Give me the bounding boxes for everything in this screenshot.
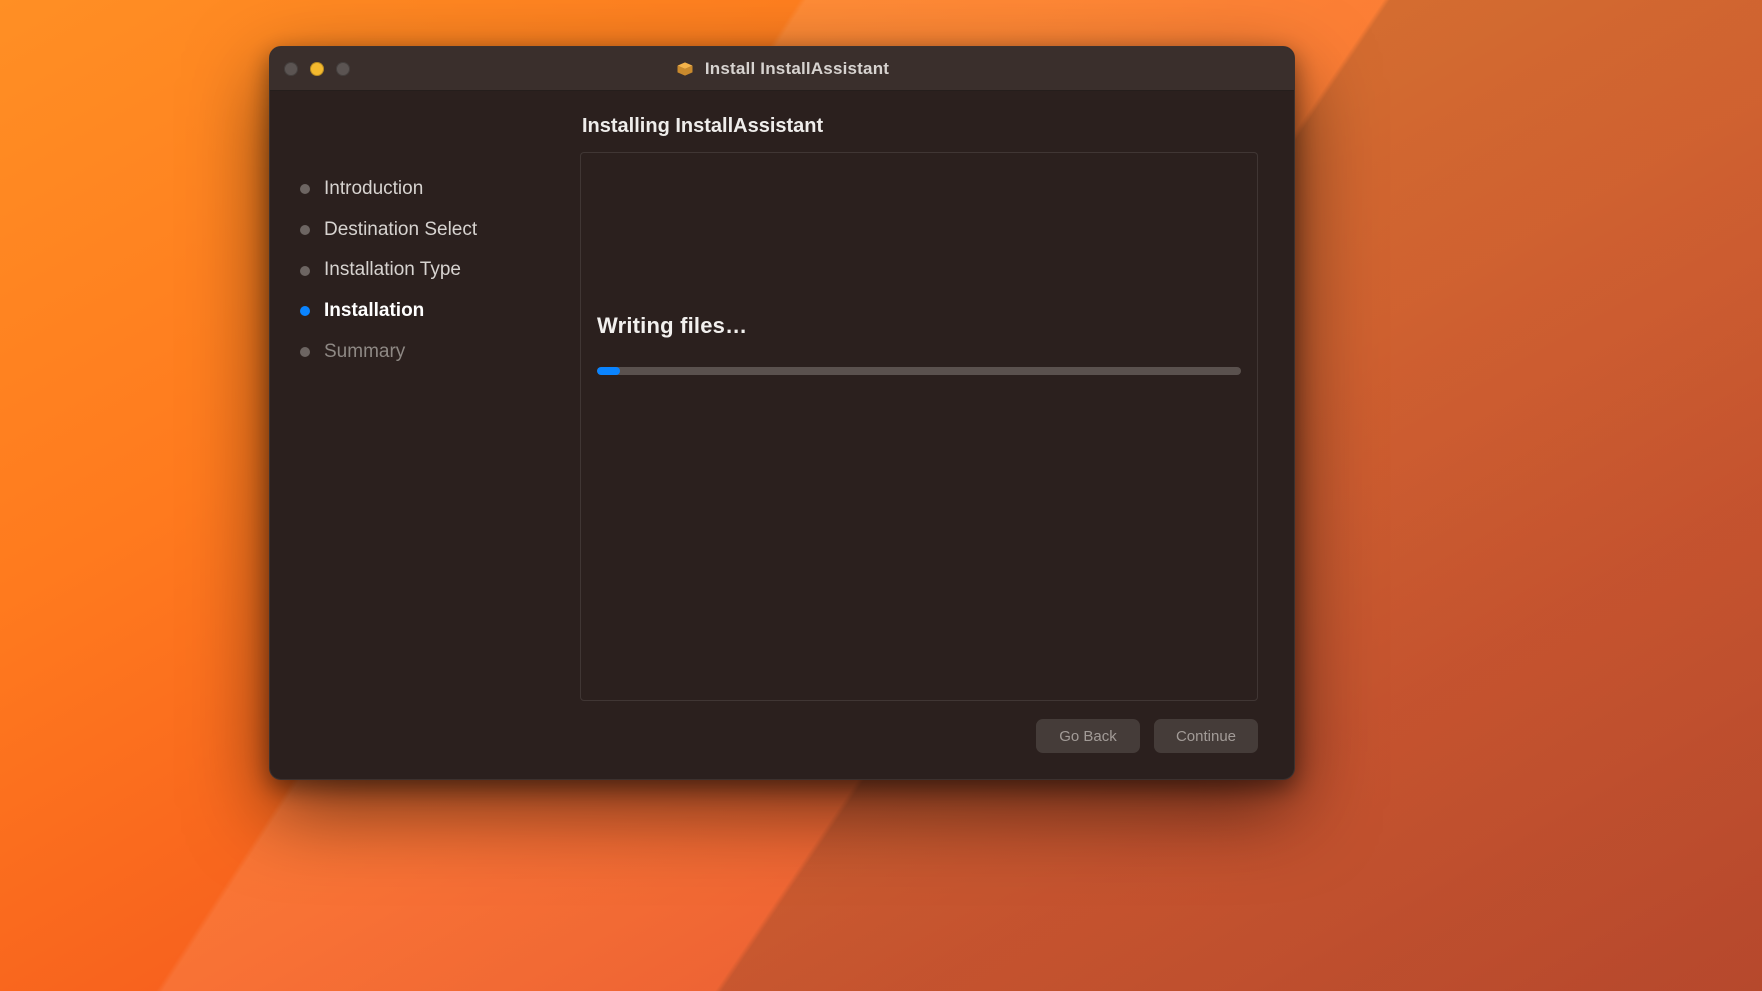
step-label: Installation Type (324, 258, 461, 283)
step-installation-type: Installation Type (300, 250, 548, 291)
step-label: Introduction (324, 177, 423, 202)
go-back-button[interactable]: Go Back (1036, 719, 1140, 753)
step-destination-select: Destination Select (300, 210, 548, 251)
status-text: Writing files… (597, 313, 1241, 339)
window-title: Install InstallAssistant (675, 59, 889, 79)
step-label: Summary (324, 340, 405, 365)
step-dot-icon (300, 184, 310, 194)
step-dot-icon (300, 306, 310, 316)
main-title: Installing InstallAssistant (582, 115, 1258, 138)
zoom-window-button[interactable] (336, 62, 350, 76)
step-dot-icon (300, 347, 310, 357)
titlebar: Install InstallAssistant (270, 47, 1294, 91)
step-introduction: Introduction (300, 169, 548, 210)
traffic-lights (284, 62, 350, 76)
continue-button[interactable]: Continue (1154, 719, 1258, 753)
window-title-text: Install InstallAssistant (705, 59, 889, 79)
step-label: Installation (324, 299, 424, 324)
step-installation: Installation (300, 291, 548, 332)
progress-bar (597, 367, 1241, 375)
step-dot-icon (300, 266, 310, 276)
minimize-window-button[interactable] (310, 62, 324, 76)
content-box: Writing files… (580, 152, 1258, 701)
footer: Go Back Continue (580, 701, 1258, 753)
installer-main: Installing InstallAssistant Writing file… (570, 91, 1294, 779)
close-window-button[interactable] (284, 62, 298, 76)
step-dot-icon (300, 225, 310, 235)
installer-window: Install InstallAssistant Introduction De… (269, 46, 1295, 780)
package-icon (675, 59, 695, 79)
step-summary: Summary (300, 332, 548, 373)
step-label: Destination Select (324, 218, 477, 243)
installer-steps-sidebar: Introduction Destination Select Installa… (270, 91, 570, 779)
progress-fill (597, 367, 620, 375)
